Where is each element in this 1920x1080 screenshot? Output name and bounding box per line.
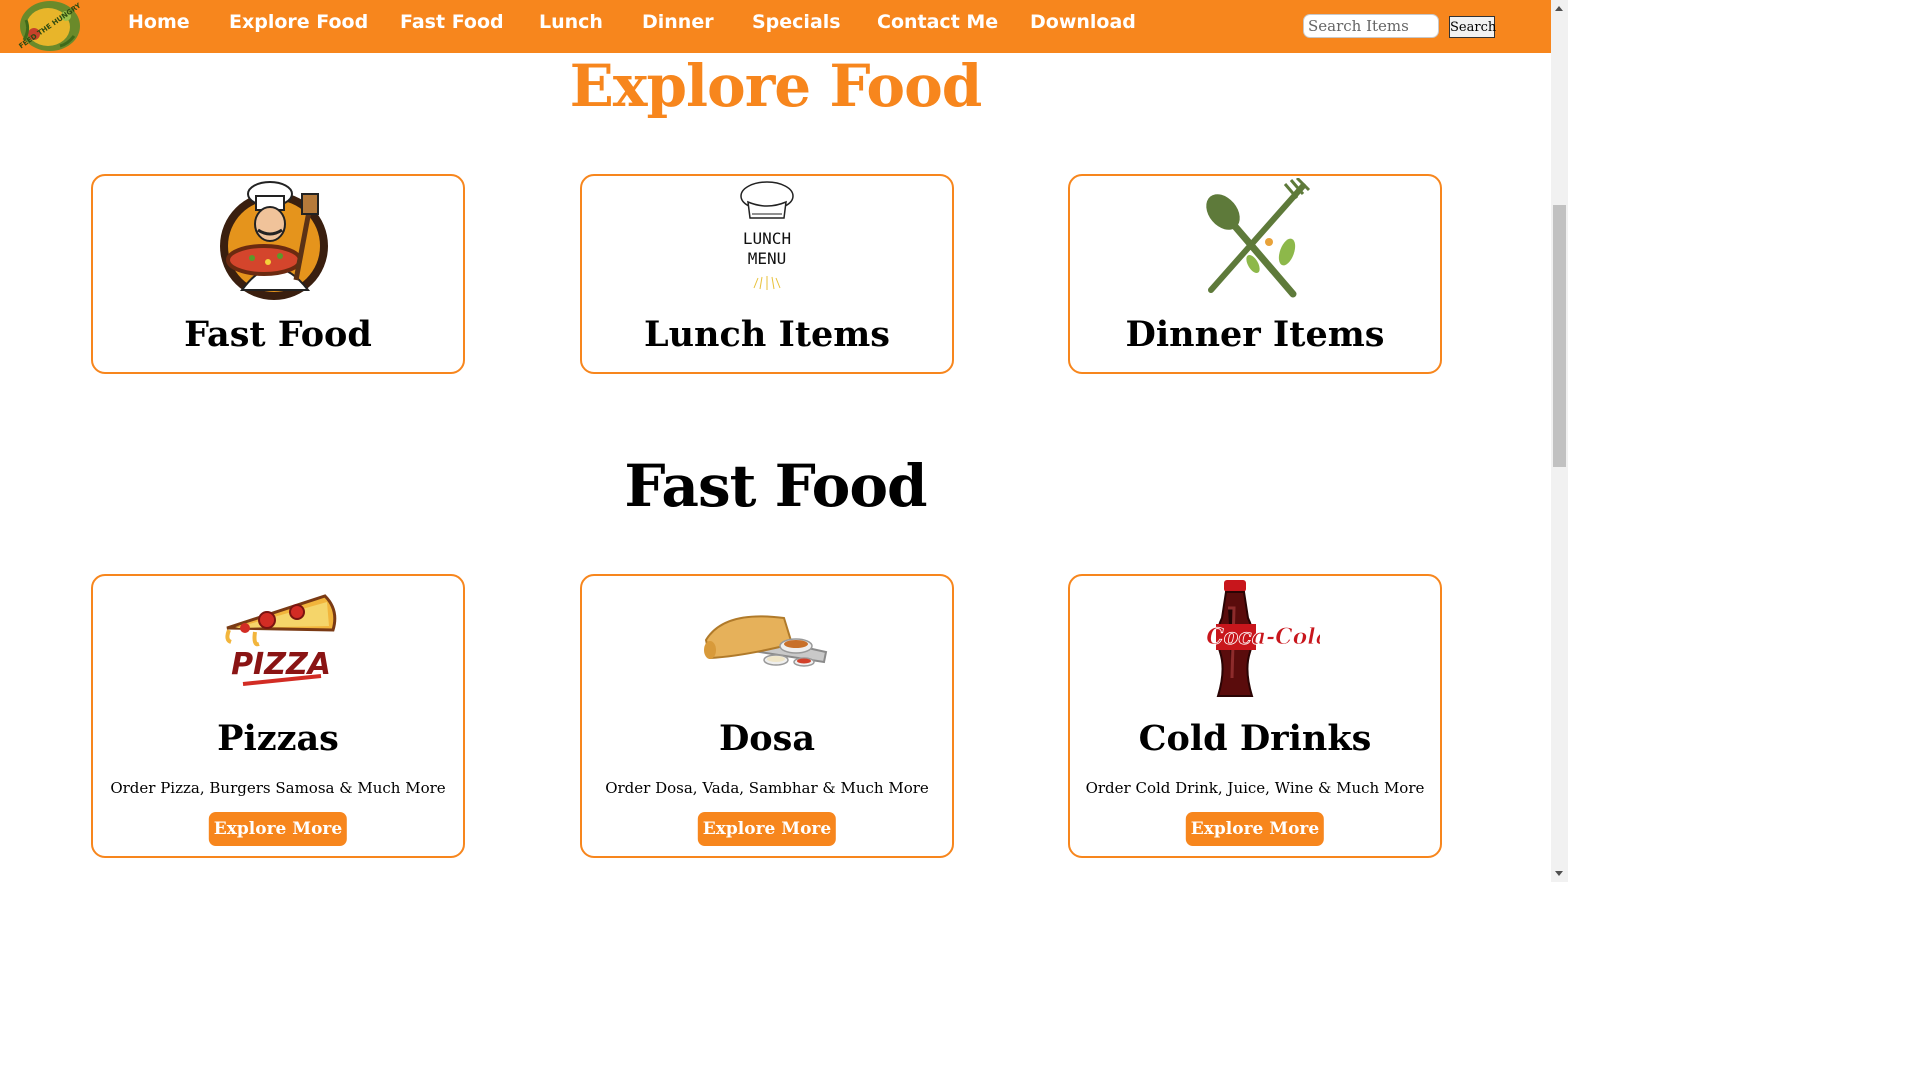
category-card-fast-food[interactable]: Fast Food	[91, 174, 465, 374]
search-input[interactable]	[1303, 14, 1439, 38]
product-card-cold-drinks[interactable]: Coca-Cola Cold Drinks Order Cold Drink, …	[1068, 574, 1442, 858]
category-card-lunch-items[interactable]: LUNCH MENU Lunch Items	[580, 174, 954, 374]
chef-pizza-icon	[220, 181, 328, 300]
dosa-plate-icon	[704, 615, 828, 667]
card-title: Pizzas	[217, 718, 339, 759]
card-title: Cold Drinks	[1138, 718, 1372, 759]
nav-fast-food[interactable]: Fast Food	[400, 11, 504, 33]
nav-dinner[interactable]: Dinner	[642, 11, 714, 33]
card-description: Order Cold Drink, Juice, Wine & Much Mor…	[1085, 779, 1425, 797]
card-description: Order Pizza, Burgers Samosa & Much More	[110, 779, 446, 797]
card-description: Order Dosa, Vada, Sambhar & Much More	[605, 779, 929, 797]
nav-explore-food[interactable]: Explore Food	[229, 11, 368, 33]
nav-home[interactable]: Home	[128, 11, 190, 33]
pizza-slice-icon: PIZZA	[225, 594, 337, 686]
category-card-dinner-items[interactable]: Dinner Items	[1068, 174, 1442, 374]
feed-the-hungry-logo[interactable]: FEED THE HUNGRY	[18, 0, 82, 52]
lunch-text: LUNCH	[743, 229, 791, 248]
page-viewport: FEED THE HUNGRY Home Explore Food Fast F…	[0, 0, 1551, 882]
card-title: Fast Food	[184, 314, 372, 355]
product-card-pizzas[interactable]: PIZZA Pizzas Order Pizza, Burgers Samosa…	[91, 574, 465, 858]
explore-more-button[interactable]: Explore More	[1185, 812, 1325, 846]
explore-more-button[interactable]: Explore More	[208, 812, 348, 846]
explore-more-button[interactable]: Explore More	[697, 812, 837, 846]
vertical-scrollbar[interactable]	[1551, 0, 1568, 882]
coca-cola-bottle-icon: Coca-Cola	[1206, 580, 1320, 697]
lunch-menu-icon: LUNCH MENU	[740, 181, 794, 290]
nav-contact-me[interactable]: Contact Me	[877, 11, 998, 33]
scroll-down-arrow-icon[interactable]	[1555, 871, 1563, 876]
card-title: Dinner Items	[1125, 314, 1385, 355]
spoon-fork-icon	[1206, 178, 1311, 298]
coca-cola-text: Coca-Cola	[1206, 624, 1320, 650]
navbar: FEED THE HUNGRY Home Explore Food Fast F…	[0, 0, 1551, 53]
nav-specials[interactable]: Specials	[752, 11, 841, 33]
fast-food-heading: Fast Food	[624, 452, 927, 520]
search-button[interactable]: Search	[1449, 16, 1496, 38]
scroll-up-arrow-icon[interactable]	[1555, 6, 1563, 11]
product-card-dosa[interactable]: Dosa Order Dosa, Vada, Sambhar & Much Mo…	[580, 574, 954, 858]
scrollbar-thumb[interactable]	[1553, 205, 1566, 467]
card-title: Dosa	[718, 718, 816, 759]
nav-download[interactable]: Download	[1030, 11, 1136, 33]
explore-food-heading: Explore Food	[569, 52, 983, 120]
card-title: Lunch Items	[644, 314, 890, 355]
menu-text: MENU	[748, 249, 787, 268]
nav-lunch[interactable]: Lunch	[539, 11, 603, 33]
